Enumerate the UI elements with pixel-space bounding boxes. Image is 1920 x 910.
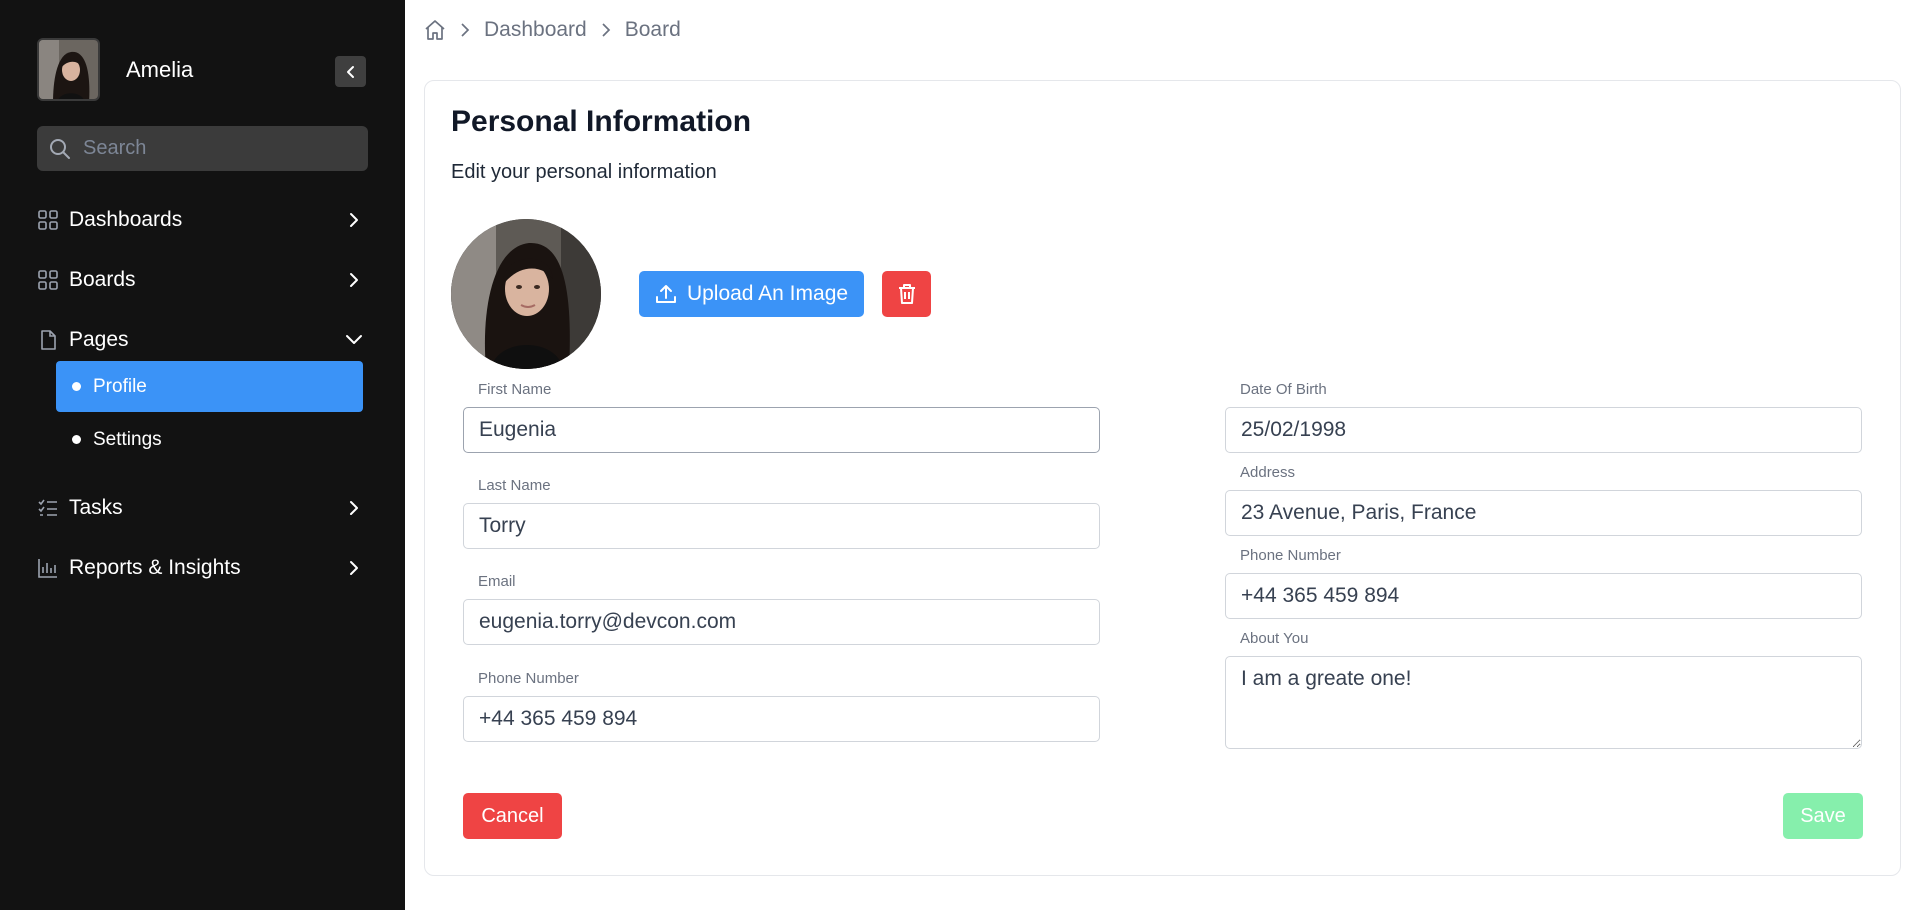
- breadcrumb-link-dashboard[interactable]: Dashboard: [484, 18, 587, 42]
- sidebar: Amelia Dashboards Boards: [0, 0, 405, 910]
- personal-info-card: Personal Information Edit your personal …: [424, 80, 1901, 876]
- sidebar-item-reports[interactable]: Reports & Insights: [37, 548, 368, 588]
- trash-icon: [898, 284, 915, 304]
- file-icon: [37, 329, 59, 351]
- collapse-sidebar-button[interactable]: [335, 56, 366, 87]
- sidebar-item-label: Reports & Insights: [69, 556, 241, 579]
- email-input[interactable]: [463, 599, 1100, 645]
- home-icon[interactable]: [424, 19, 446, 41]
- bar-chart-icon: [37, 557, 59, 579]
- sidebar-subitem-label: Settings: [93, 428, 162, 450]
- email-label: Email: [478, 573, 516, 590]
- chevron-right-icon: [342, 556, 366, 580]
- chevron-right-icon: [342, 496, 366, 520]
- page-subtitle: Edit your personal information: [451, 161, 717, 183]
- chevron-right-icon: [599, 23, 613, 37]
- phone-number-label: Phone Number: [478, 670, 579, 687]
- chevron-down-icon: [342, 328, 366, 352]
- sidebar-subitem-settings[interactable]: Settings: [56, 414, 363, 465]
- about-you-label: About You: [1240, 630, 1309, 647]
- chevron-right-icon: [342, 208, 366, 232]
- grid-icon: [37, 209, 59, 231]
- sidebar-item-boards[interactable]: Boards: [37, 260, 368, 300]
- profile-photo: [451, 219, 601, 369]
- about-you-textarea[interactable]: I am a greate one!: [1225, 656, 1862, 749]
- upload-icon: [655, 283, 677, 305]
- sidebar-item-label: Dashboards: [69, 208, 183, 231]
- sidebar-item-tasks[interactable]: Tasks: [37, 488, 368, 528]
- user-profile: Amelia: [37, 38, 193, 101]
- sidebar-item-dashboards[interactable]: Dashboards: [37, 200, 368, 240]
- search-box: [37, 126, 368, 171]
- cancel-button[interactable]: Cancel: [463, 793, 562, 839]
- date-of-birth-label: Date Of Birth: [1240, 381, 1327, 398]
- sidebar-item-label: Pages: [69, 328, 129, 351]
- address-label: Address: [1240, 464, 1296, 481]
- last-name-input[interactable]: [463, 503, 1100, 549]
- grid-icon: [37, 269, 59, 291]
- breadcrumb-link-board[interactable]: Board: [625, 18, 681, 42]
- search-input[interactable]: [83, 137, 353, 160]
- chevron-right-icon: [342, 268, 366, 292]
- save-button[interactable]: Save: [1783, 793, 1863, 839]
- list-check-icon: [37, 497, 59, 519]
- sidebar-subitem-label: Profile: [93, 375, 147, 397]
- last-name-label: Last Name: [478, 477, 551, 494]
- bullet-icon: [72, 435, 81, 444]
- address-input[interactable]: [1225, 490, 1862, 536]
- phone-number-label-right: Phone Number: [1240, 547, 1341, 564]
- sidebar-item-label: Boards: [69, 268, 136, 291]
- first-name-input[interactable]: [463, 407, 1100, 453]
- sidebar-item-pages[interactable]: Pages: [37, 320, 368, 360]
- breadcrumb: Dashboard Board: [424, 18, 681, 42]
- search-icon: [50, 138, 70, 159]
- chevron-left-icon: [346, 65, 354, 78]
- date-of-birth-input[interactable]: [1225, 407, 1862, 453]
- page-title: Personal Information: [451, 105, 752, 138]
- bullet-icon: [72, 382, 81, 391]
- phone-number-input-right[interactable]: [1225, 573, 1862, 619]
- chevron-right-icon: [458, 23, 472, 37]
- first-name-label: First Name: [478, 381, 552, 398]
- delete-image-button[interactable]: [882, 271, 931, 317]
- user-name: Amelia: [126, 56, 194, 82]
- avatar[interactable]: [37, 38, 100, 101]
- phone-number-input[interactable]: [463, 696, 1100, 742]
- sidebar-subitem-profile[interactable]: Profile: [56, 361, 363, 412]
- upload-image-button[interactable]: Upload An Image: [639, 271, 864, 317]
- sidebar-item-label: Tasks: [69, 496, 123, 519]
- upload-button-label: Upload An Image: [686, 282, 849, 305]
